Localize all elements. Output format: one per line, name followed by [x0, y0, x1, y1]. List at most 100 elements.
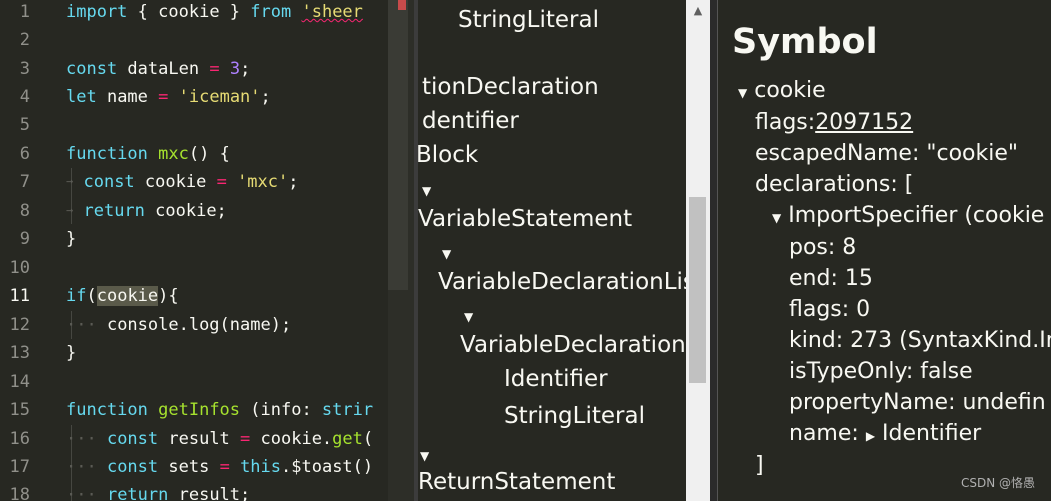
keyword-function: function [66, 144, 148, 164]
code-line-16[interactable]: ··· const result = cookie.get( [66, 425, 373, 453]
function-name: mxc [158, 144, 189, 164]
expand-triangle-icon[interactable]: ▼ [464, 303, 473, 331]
keyword-from: from [250, 2, 292, 22]
token: sets [158, 457, 220, 477]
tree-node-variabledeclarationlist[interactable]: VariableDeclarationLis [438, 268, 686, 296]
import-specifier-label: ImportSpecifier (cookie [788, 203, 1045, 228]
number-literal: 3 [229, 59, 241, 79]
tree-node-stringliteral[interactable]: StringLiteral [458, 6, 599, 34]
collapse-triangle-icon[interactable]: ▶ [866, 429, 875, 443]
code-line-12[interactable]: ··· console.log(name); [66, 311, 291, 339]
tab-arrow-icon: → [66, 203, 74, 217]
tree-node-block[interactable]: Block [418, 141, 478, 169]
line-number-active: 11 [9, 286, 30, 306]
code-area[interactable]: import { cookie } from 'sheer const data… [66, 0, 414, 501]
expand-triangle-icon[interactable]: ▼ [772, 211, 781, 225]
keyword-if: if [66, 286, 87, 306]
line-number: 14 [9, 372, 30, 392]
code-line-15[interactable]: function getInfos (info: strir [66, 396, 373, 424]
tab-arrow-icon: → [66, 174, 74, 188]
flags0-row: flags: 0 [789, 297, 871, 322]
token: } [66, 343, 77, 363]
string-literal: 'mxc' [237, 172, 289, 192]
string-literal: 'iceman' [178, 87, 261, 107]
token: result; [168, 485, 251, 501]
whitespace-dots: ··· [66, 429, 107, 449]
symbol-root[interactable]: ▼ cookie [738, 77, 826, 107]
line-number: 8 [19, 201, 30, 221]
tree-scrollbar[interactable]: ▲ [686, 0, 710, 501]
name-label: name: [789, 421, 859, 446]
keyword-const: const [83, 172, 135, 192]
escaped-label: escapedName: [755, 141, 920, 166]
token: (info: [240, 400, 322, 420]
code-line-7[interactable]: → const cookie = 'mxc'; [66, 168, 299, 197]
identifier-cookie: cookie [158, 2, 220, 22]
line-number: 3 [19, 59, 30, 79]
token: ; [288, 172, 299, 192]
keyword-const: const [66, 59, 118, 79]
method-name: get [332, 429, 363, 449]
ast-tree-panel[interactable]: StringLiteral tionDeclaration dentifier … [418, 0, 686, 501]
whitespace-dots: ··· [66, 315, 107, 335]
name-value: Identifier [882, 421, 982, 446]
expand-triangle-icon[interactable]: ▼ [422, 177, 431, 205]
tree-node-identifier[interactable]: dentifier [422, 107, 519, 135]
tree-node-returnstatement[interactable]: ReturnStatement [418, 468, 615, 496]
expand-triangle-icon[interactable]: ▼ [420, 442, 429, 470]
symbol-title: Symbol [732, 22, 878, 62]
whitespace-dots: ··· [66, 485, 107, 501]
operator: = [209, 59, 220, 79]
code-line-13[interactable]: } [66, 339, 76, 367]
code-editor[interactable]: 1 2 3 4 5 6 7 8 9 10 11 12 13 14 15 16 1… [0, 0, 414, 501]
code-line-8[interactable]: → return cookie; [66, 197, 227, 226]
tree-scrollbar-thumb[interactable] [689, 197, 706, 383]
line-number: 15 [9, 400, 30, 420]
import-specifier-row[interactable]: ▼ ImportSpecifier (cookie [772, 202, 1044, 232]
operator: = [240, 429, 251, 449]
code-line-3[interactable]: const dataLen = 3; [66, 55, 250, 83]
code-line-18[interactable]: ··· return result; [66, 481, 250, 501]
code-line-9[interactable]: } [66, 225, 76, 253]
highlighted-identifier[interactable]: cookie [96, 286, 159, 306]
flags-value[interactable]: 2097152 [815, 110, 913, 135]
module-string-error[interactable]: 'sheer [301, 2, 362, 22]
expand-triangle-icon[interactable]: ▼ [442, 240, 451, 268]
tree-node-variablestatement[interactable]: VariableStatement [418, 205, 632, 233]
expand-triangle-icon[interactable]: ▼ [738, 86, 747, 100]
panel-divider[interactable] [710, 0, 718, 501]
line-number: 12 [9, 315, 30, 335]
code-line-6[interactable]: function mxc() { [66, 140, 230, 168]
code-line-11[interactable]: if(cookie){ [66, 282, 179, 310]
code-line-1[interactable]: import { cookie } from 'sheer [66, 0, 363, 26]
keyword-const: const [106, 429, 159, 449]
code-line-4[interactable]: let name = 'iceman'; [66, 83, 271, 111]
declarations-row: declarations: [ [755, 172, 914, 197]
editor-scrollbar[interactable] [388, 0, 414, 501]
error-marker [398, 0, 406, 10]
name-row[interactable]: name: ▶ Identifier [789, 420, 981, 450]
editor-scrollbar-thumb[interactable] [388, 0, 408, 290]
keyword-return: return [83, 201, 145, 221]
token: dataLen [117, 59, 210, 79]
end-row: end: 15 [789, 266, 873, 291]
flags-row: flags:2097152 [755, 109, 913, 137]
scroll-up-arrow-icon[interactable]: ▲ [686, 0, 710, 20]
keyword-this: this [240, 457, 282, 477]
tree-node-variabledeclaration[interactable]: VariableDeclaration [460, 331, 686, 359]
token: } [66, 229, 77, 249]
code-line-17[interactable]: ··· const sets = this.$toast() [66, 453, 373, 481]
tree-node-stringliteral[interactable]: StringLiteral [504, 402, 645, 430]
line-number-gutter: 1 2 3 4 5 6 7 8 9 10 11 12 13 14 15 16 1… [0, 0, 48, 501]
tree-node-identifier[interactable]: Identifier [504, 365, 608, 393]
tree-node-declaration[interactable]: tionDeclaration [422, 73, 599, 101]
operator: = [216, 172, 227, 192]
line-number: 10 [9, 258, 30, 278]
function-name: getInfos [158, 400, 241, 420]
